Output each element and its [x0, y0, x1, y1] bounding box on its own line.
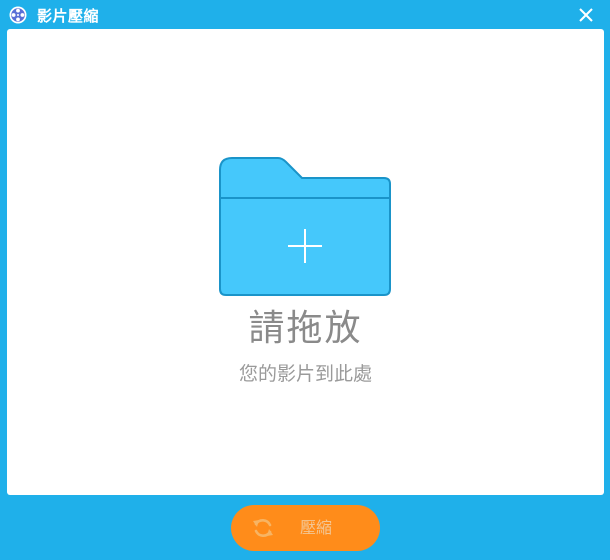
compress-button-label: 壓縮	[300, 518, 333, 537]
film-reel-icon	[9, 6, 27, 24]
close-icon	[579, 8, 593, 22]
drop-subtitle: 您的影片到此處	[238, 363, 372, 385]
folder-add-icon	[218, 156, 392, 297]
title-bar: 影片壓縮	[0, 0, 610, 29]
refresh-icon	[251, 516, 275, 540]
close-button[interactable]	[576, 5, 596, 25]
app-window: 影片壓縮 請拖放 您的影片到此處 壓縮	[0, 0, 610, 560]
window-title: 影片壓縮	[37, 7, 100, 25]
content-panel: 請拖放 您的影片到此處	[7, 29, 604, 495]
video-drop-zone[interactable]: 請拖放 您的影片到此處	[7, 29, 604, 495]
compress-button[interactable]: 壓縮	[231, 505, 380, 551]
drop-title: 請拖放	[248, 308, 363, 349]
